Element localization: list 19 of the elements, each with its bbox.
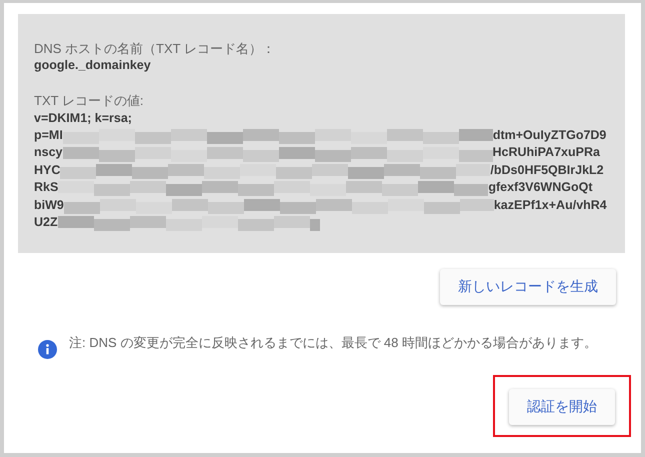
- record-text: /bDs0HF5QBIrJkL2: [490, 162, 604, 179]
- value-label: TXT レコードの値:: [34, 92, 145, 110]
- record-text: U2Z: [34, 214, 58, 232]
- host-label: DNS ホストの名前（TXT レコード名）：: [34, 40, 276, 58]
- record-text: HcRUhiPA7xuPRa: [492, 144, 600, 162]
- record-text: biW9: [34, 196, 64, 214]
- record-text: p=MI: [34, 127, 63, 144]
- record-text: dtm+OuIyZTGo7D9: [492, 127, 606, 144]
- start-verification-button[interactable]: 認証を開始: [509, 389, 615, 425]
- generate-record-button[interactable]: 新しいレコードを生成: [440, 269, 616, 305]
- record-text: nscy: [34, 144, 62, 162]
- record-text: RkS: [34, 179, 58, 196]
- record-text: kazEPf1x+Au/vhR4: [494, 196, 607, 214]
- record-text: HYC: [34, 162, 60, 179]
- info-icon: [38, 340, 57, 359]
- note-text: 注: DNS の変更が完全に反映されるまでには、最長で 48 時間ほどかかる場合があります。: [69, 334, 597, 352]
- record-text: gfexf3V6WNGoQt: [488, 179, 593, 196]
- host-value: google._domainkey: [34, 57, 152, 74]
- record-text: v=DKIM1; k=rsa;: [34, 110, 132, 127]
